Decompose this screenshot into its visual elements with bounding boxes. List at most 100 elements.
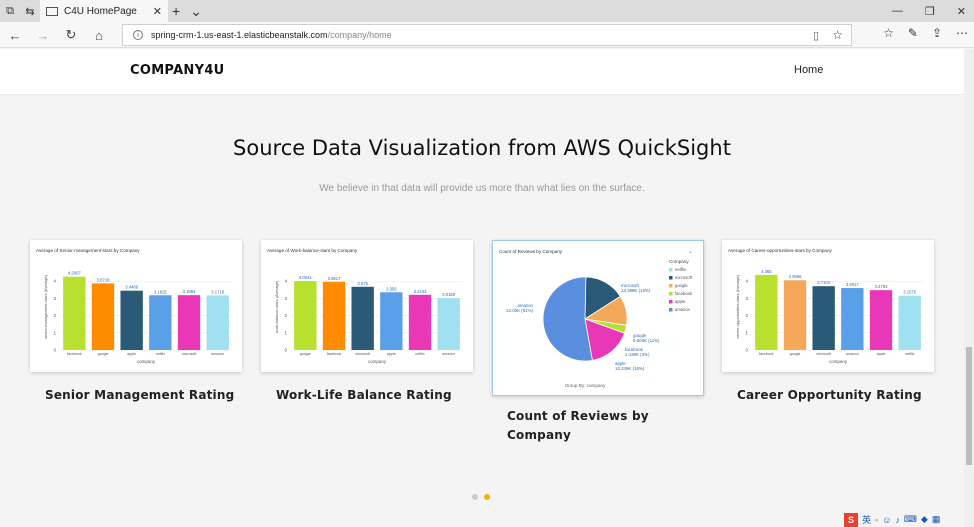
x-tick-label: apple: [127, 352, 136, 356]
carousel-indicators: [472, 494, 490, 500]
url-input[interactable]: i spring-crm-1.us-east-1.elasticbeanstal…: [122, 24, 852, 46]
tab-actions-icon[interactable]: ⧉: [0, 0, 20, 22]
y-tick-label: 2: [745, 313, 748, 318]
x-tick-label: amazon: [846, 352, 859, 356]
legend-item: microsoft: [675, 275, 693, 280]
chart-title: Average of Work-balance-stars by Company: [267, 248, 358, 253]
data-label: 4.365: [761, 269, 772, 274]
data-label: 4.2607: [68, 271, 81, 276]
x-tick-label: facebook: [327, 352, 342, 356]
forward-arrow-icon[interactable]: →: [34, 26, 52, 44]
tab-list-chevron-icon[interactable]: ⌄: [190, 3, 202, 20]
y-axis-label: senior-management-stars (Average): [43, 274, 48, 339]
bar-chart: Average of Senior-management-stars by Co…: [30, 240, 242, 372]
bar-chart: Average of Work-balance-stars by Company…: [261, 240, 473, 372]
more-icon[interactable]: ⋯: [956, 26, 968, 40]
tab-back-icon[interactable]: ⇆: [20, 0, 40, 22]
card-work-life-balance[interactable]: Average of Work-balance-stars by Company…: [261, 240, 473, 405]
toolbox-icon[interactable]: ▦: [932, 514, 941, 525]
bar: [91, 283, 115, 350]
review-count-chart: Count of Reviews by Company ⌄ microsoft 13.…: [499, 249, 693, 388]
data-label: 3.4489: [125, 285, 138, 290]
new-tab-icon[interactable]: +: [172, 3, 180, 19]
home-icon[interactable]: ⌂: [90, 26, 108, 44]
x-axis-label: company: [137, 359, 156, 364]
x-tick-label: netflix: [905, 352, 915, 356]
back-arrow-icon[interactable]: ←: [6, 26, 24, 44]
x-tick-label: facebook: [67, 352, 82, 356]
favorite-star-icon[interactable]: ☆: [832, 28, 843, 42]
data-label: 3.8718: [97, 277, 110, 282]
legend-item: google: [675, 283, 688, 288]
window-controls: — ❐ ✕: [892, 0, 966, 22]
reading-view-icon[interactable]: ▯: [813, 29, 819, 42]
page-scrollbar[interactable]: [964, 49, 974, 527]
x-tick-label: microsoft: [816, 352, 831, 356]
card-career-opportunity[interactable]: Average of Career-opportunities-stars by…: [722, 240, 934, 405]
ime-language[interactable]: 英: [862, 513, 871, 526]
card-title: Work-Life Balance Rating: [276, 388, 452, 402]
data-label: 3.9617: [328, 276, 341, 281]
carousel-dot[interactable]: [472, 494, 478, 500]
browser-tab[interactable]: C4U HomePage ✕: [40, 0, 168, 22]
y-tick-label: 0: [745, 348, 748, 353]
carousel-dot-active[interactable]: [484, 494, 490, 500]
url-host: spring-crm-1.us-east-1.elasticbeanstalk.…: [151, 30, 328, 40]
bar: [898, 295, 921, 350]
nav-link-home[interactable]: Home: [794, 64, 823, 76]
site-header: COMPANY4U Home: [0, 49, 964, 95]
data-label: 3.1575: [903, 290, 916, 295]
restore-icon[interactable]: ❐: [925, 5, 935, 18]
y-tick-label: 3: [745, 296, 748, 301]
window-close-icon[interactable]: ✕: [957, 5, 966, 18]
senior-management-chart: Average of Senior-management-stars by Co…: [36, 248, 232, 364]
punctuation-icon[interactable]: ◦: [875, 515, 878, 525]
site-info-icon[interactable]: i: [133, 30, 143, 40]
address-toolbar: ← → ↻ ⌂ i spring-crm-1.us-east-1.elastic…: [0, 22, 974, 48]
data-label: 3.1718: [211, 289, 224, 294]
bar-chart: Average of Career-opportunities-stars by…: [722, 240, 934, 372]
brand-logo[interactable]: COMPANY4U: [130, 63, 225, 78]
y-tick-label: 4: [284, 279, 287, 284]
ime-logo-icon[interactable]: S: [844, 512, 858, 527]
page-icon: [46, 6, 58, 16]
share-icon[interactable]: ⇪: [932, 26, 942, 40]
x-axis-label: company: [829, 359, 848, 364]
slice-value-label: 13.398K (15%): [621, 288, 651, 293]
bar: [869, 290, 893, 350]
chart-title: Average of Career-opportunities-stars by…: [728, 248, 833, 253]
x-tick-label: amazon: [211, 352, 224, 356]
x-tick-label: google: [790, 352, 801, 356]
bar: [322, 281, 346, 350]
legend-swatch: [669, 308, 673, 312]
x-tick-label: netflix: [415, 352, 425, 356]
bar: [63, 276, 86, 350]
minimize-icon[interactable]: —: [892, 5, 903, 17]
emoji-icon[interactable]: ☺: [882, 515, 891, 525]
pen-icon[interactable]: ✎: [908, 26, 918, 40]
close-tab-icon[interactable]: ✕: [153, 5, 162, 18]
data-label: 3.2103: [414, 289, 427, 294]
scrollbar-thumb[interactable]: [966, 347, 972, 465]
data-label: 3.6017: [846, 282, 859, 287]
data-label: 3.0159: [442, 292, 455, 297]
x-tick-label: microsoft: [182, 352, 197, 356]
bar: [206, 295, 229, 350]
refresh-icon[interactable]: ↻: [62, 26, 80, 44]
keyboard-icon[interactable]: ⌨: [904, 514, 917, 525]
y-tick-label: 2: [284, 313, 287, 318]
favorites-icon[interactable]: ☆: [883, 26, 894, 40]
y-axis-label: work-balance-stars (Average): [274, 280, 279, 333]
microphone-icon[interactable]: ♪: [895, 515, 900, 525]
card-senior-management[interactable]: Average of Senior-management-stars by Co…: [30, 240, 242, 405]
card-title: Senior Management Rating: [45, 388, 235, 402]
chart-title: Average of Senior-management-stars by Co…: [36, 248, 140, 253]
y-tick-label: 1: [53, 330, 56, 335]
card-review-count[interactable]: Count of Reviews by Company ⌄ microsoft 13.…: [492, 240, 704, 445]
system-tray: S 英 ◦ ☺ ♪ ⌨ ◆ ▦: [844, 512, 940, 527]
x-tick-label: netflix: [156, 352, 166, 356]
x-tick-label: apple: [387, 352, 396, 356]
y-tick-label: 3: [53, 296, 56, 301]
data-label: 4.0566: [789, 274, 802, 279]
skin-icon[interactable]: ◆: [921, 514, 928, 525]
